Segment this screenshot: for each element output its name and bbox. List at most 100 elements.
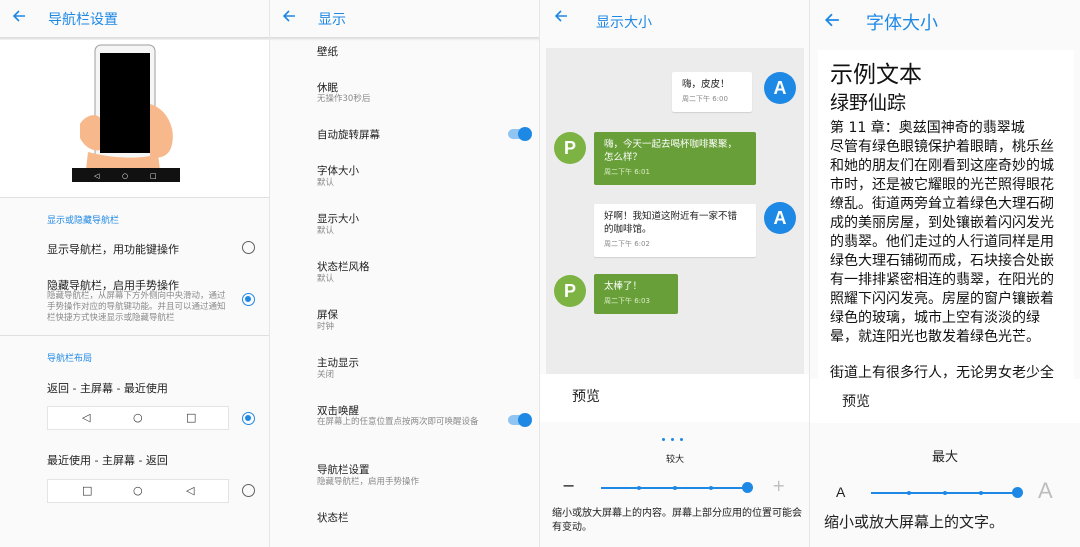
svg-text:□: □ (150, 172, 157, 180)
display-size-panel: 显示大小 嗨，皮皮！ 周二下午 6:00 A P 嗨，今天一起去喝杯咖啡聚聚，怎… (540, 0, 810, 547)
preview-label: 预览 (842, 394, 870, 410)
sample-paragraph: 尽管有绿色眼镜保护着眼睛，桃乐丝和她的朋友们在刚看到这座奇妙的城市时，还是被它耀… (830, 139, 1054, 345)
avatar: A (764, 202, 796, 234)
slider-tick (673, 486, 677, 490)
item-sub: 关闭 (317, 370, 335, 380)
message-text: 好啊！我知道这附近有一家不错的咖啡馆。 (604, 211, 738, 235)
nav-settings-panel: 导航栏设置 ◁ ○ □ 显示或隐藏导航栏 显示导航栏，用功能键操作 隐藏导航栏，… (0, 0, 270, 547)
avatar: P (554, 275, 586, 307)
item-sub: 无操作30秒后 (317, 94, 371, 104)
plus-icon[interactable]: + (772, 476, 785, 495)
font-size-panel: 字体大小 示例文本 绿野仙踪 第 11 章：奥兹国神奇的翡翠城 尽管有绿色眼镜保… (810, 0, 1080, 547)
message-bubble: 好啊！我知道这附近有一家不错的咖啡馆。 周二下午 6:02 (594, 204, 756, 257)
chat-preview: 嗨，皮皮！ 周二下午 6:00 A P 嗨，今天一起去喝杯咖啡聚聚，怎么样？ 周… (546, 48, 804, 374)
item-sub: 在屏幕上的任意位置点按两次即可唤醒设备 (317, 417, 479, 427)
app-bar: 显示 (270, 0, 539, 38)
item-title: 屏保 (317, 309, 338, 321)
item-sub: 默认 (317, 274, 335, 284)
item-sub: 时钟 (317, 322, 335, 332)
item-title: 休眠 (317, 82, 338, 94)
item-sub: 默认 (317, 226, 335, 236)
recents-nav-icon: □ (82, 484, 93, 497)
item-title: 自动旋转屏幕 (317, 129, 380, 141)
app-bar: 导航栏设置 (0, 0, 269, 38)
font-level-label: 最大 (931, 450, 958, 465)
back-arrow-icon[interactable] (12, 9, 28, 25)
page-title: 字体大小 (866, 13, 938, 34)
page-indicator-dot (671, 438, 674, 441)
avatar: P (554, 132, 586, 164)
preview-label-bar: 预览 (540, 374, 809, 422)
slider-tick (943, 491, 947, 495)
slider-tick (979, 491, 983, 495)
app-bar: 显示大小 (540, 0, 809, 38)
home-nav-icon: ○ (133, 411, 143, 424)
home-nav-icon: ○ (133, 484, 143, 497)
size-level-label: 较大 (665, 455, 684, 465)
minus-icon[interactable]: − (562, 476, 575, 495)
back-arrow-icon[interactable] (282, 9, 298, 25)
item-title: 状态栏风格 (317, 261, 370, 273)
page-title: 显示大小 (596, 15, 652, 31)
app-bar: 字体大小 (810, 0, 1080, 38)
font-size-note: 缩小或放大屏幕上的文字。 (824, 513, 1005, 531)
section-layout: 导航栏布局 (47, 354, 93, 364)
radio-hide-navbar[interactable] (242, 293, 255, 306)
sample-chapter: 第 11 章：奥兹国神奇的翡翠城 (830, 120, 1025, 136)
preview-label-bar: 预览 (810, 379, 1080, 423)
back-arrow-icon[interactable] (824, 12, 840, 28)
back-nav-icon: ◁ (186, 484, 195, 497)
message-time: 周二下午 6:02 (604, 240, 650, 248)
auto-rotate-toggle[interactable] (508, 127, 532, 141)
message-text: 太棒了！ (604, 281, 643, 292)
slider-tick (637, 486, 641, 490)
message-bubble: 嗨，皮皮！ 周二下午 6:00 (672, 72, 752, 112)
layout2-title: 最近使用 - 主屏幕 - 返回 (47, 454, 168, 467)
message-time: 周二下午 6:03 (604, 297, 650, 305)
back-nav-icon: ◁ (82, 411, 91, 424)
item-title: 双击唤醒 (317, 405, 359, 417)
message-time: 周二下午 6:01 (604, 168, 650, 176)
page-indicator-dot (662, 438, 665, 441)
appbar-shadow (270, 37, 539, 41)
layout2-preview: □ ○ ◁ (47, 479, 229, 503)
sample-subheading: 绿野仙踪 (830, 92, 907, 114)
layout1-title: 返回 - 主屏幕 - 最近使用 (47, 382, 168, 395)
item-title: 字体大小 (317, 165, 359, 177)
item-sub: 隐藏导航栏，启用手势操作 (317, 477, 420, 487)
page-title: 导航栏设置 (48, 12, 118, 28)
divider (0, 335, 269, 336)
item-title: 状态栏 (317, 512, 349, 524)
recents-nav-icon: □ (186, 411, 197, 424)
sample-paragraph: 街道上有很多行人，无论男女老少全都穿着绿色衣物，连皮肤都泛着绿 (830, 365, 1054, 379)
slider-thumb[interactable] (1012, 487, 1023, 498)
option-hide-desc: 隐藏导航栏，从屏幕下方外侧向中央滑动，通过手势操作对应的导航键功能。并且可以通过… (47, 291, 226, 323)
item-title: 壁纸 (317, 46, 338, 58)
slider-thumb[interactable] (742, 482, 753, 493)
page-title: 显示 (318, 12, 346, 28)
message-text: 嗨，今天一起去喝杯咖啡聚聚，怎么样？ (604, 139, 738, 163)
radio-show-navbar[interactable] (242, 241, 255, 254)
radio-layout1[interactable] (242, 412, 255, 425)
display-settings-panel: 显示 壁纸 休眠 无操作30秒后 自动旋转屏幕 字体大小 默认 显示大小 默认 … (270, 0, 540, 547)
layout1-preview: ◁ ○ □ (47, 406, 229, 430)
option-show-title: 显示导航栏，用功能键操作 (47, 243, 179, 256)
item-sub: 默认 (317, 178, 335, 188)
item-title: 显示大小 (317, 213, 359, 225)
display-size-note: 缩小或放大屏幕上的内容。屏幕上部分应用的位置可能会有变动。 (552, 508, 802, 533)
item-title: 主动显示 (317, 357, 359, 369)
large-a-icon[interactable]: A (1038, 478, 1053, 504)
avatar: A (764, 72, 796, 104)
message-bubble: 太棒了！ 周二下午 6:03 (594, 274, 678, 314)
back-arrow-icon[interactable] (554, 9, 570, 25)
message-text: 嗨，皮皮！ (682, 79, 730, 90)
message-time: 周二下午 6:00 (682, 95, 728, 103)
small-a-icon[interactable]: A (836, 484, 845, 500)
font-sample-preview: 示例文本 绿野仙踪 第 11 章：奥兹国神奇的翡翠城 尽管有绿色眼镜保护着眼睛，… (818, 50, 1074, 379)
sample-heading: 示例文本 (830, 62, 922, 88)
message-bubble: 嗨，今天一起去喝杯咖啡聚聚，怎么样？ 周二下午 6:01 (594, 132, 756, 185)
double-tap-toggle[interactable] (508, 413, 532, 427)
preview-label: 预览 (572, 389, 600, 405)
radio-layout2[interactable] (242, 484, 255, 497)
svg-text:◁: ◁ (94, 172, 100, 180)
